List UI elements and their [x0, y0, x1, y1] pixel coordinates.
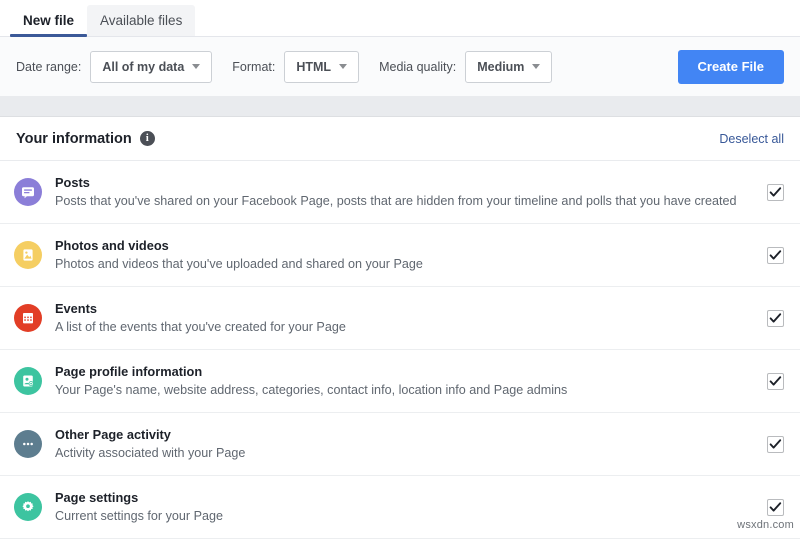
list-item[interactable]: Posts Posts that you've shared on your F…: [0, 161, 800, 224]
list-item-title: Posts: [55, 174, 757, 191]
info-icon[interactable]: i: [140, 131, 155, 146]
tab-bar: New file Available files: [0, 0, 800, 37]
list-item-description: Activity associated with your Page: [55, 444, 757, 462]
list-item-checkbox[interactable]: [767, 310, 784, 327]
list-item-checkbox[interactable]: [767, 247, 784, 264]
media-quality-dropdown[interactable]: Medium: [465, 51, 552, 83]
list-item-description: A list of the events that you've created…: [55, 318, 757, 336]
events-calendar-icon: [14, 304, 42, 332]
list-item[interactable]: Other Page activity Activity associated …: [0, 413, 800, 476]
format-label: Format:: [232, 60, 275, 74]
chevron-down-icon: [192, 64, 200, 69]
ellipsis-icon: [14, 430, 42, 458]
chevron-down-icon: [339, 64, 347, 69]
media-quality-label: Media quality:: [379, 60, 456, 74]
date-range-dropdown[interactable]: All of my data: [90, 51, 212, 83]
list-item[interactable]: Photos and videos Photos and videos that…: [0, 224, 800, 287]
list-item-title: Page settings: [55, 489, 757, 506]
date-range-value: All of my data: [102, 60, 184, 74]
watermark: wsxdn.com: [737, 519, 794, 531]
list-item-text: Posts Posts that you've shared on your F…: [55, 174, 757, 211]
list-item-checkbox[interactable]: [767, 436, 784, 453]
export-options-toolbar: Date range: All of my data Format: HTML …: [0, 37, 800, 97]
photos-videos-icon: [14, 241, 42, 269]
profile-card-icon: [14, 367, 42, 395]
list-item-text: Other Page activity Activity associated …: [55, 426, 757, 463]
list-item-description: Current settings for your Page: [55, 507, 757, 525]
format-value: HTML: [296, 60, 331, 74]
list-item-title: Other Page activity: [55, 426, 757, 443]
list-item-text: Page settings Current settings for your …: [55, 489, 757, 526]
format-dropdown[interactable]: HTML: [284, 51, 359, 83]
deselect-all-link[interactable]: Deselect all: [719, 132, 784, 146]
section-divider-band: [0, 97, 800, 117]
list-item-checkbox[interactable]: [767, 184, 784, 201]
list-item-description: Your Page's name, website address, categ…: [55, 381, 757, 399]
gear-icon: [14, 493, 42, 521]
chevron-down-icon: [532, 64, 540, 69]
list-item-text: Page profile information Your Page's nam…: [55, 363, 757, 400]
media-quality-value: Medium: [477, 60, 524, 74]
list-item-description: Posts that you've shared on your Faceboo…: [55, 192, 757, 210]
date-range-label: Date range:: [16, 60, 81, 74]
list-item[interactable]: Page profile information Your Page's nam…: [0, 350, 800, 413]
tab-new-file[interactable]: New file: [10, 14, 87, 37]
list-item-text: Events A list of the events that you've …: [55, 300, 757, 337]
list-item[interactable]: Events A list of the events that you've …: [0, 287, 800, 350]
list-item[interactable]: Page settings Current settings for your …: [0, 476, 800, 539]
list-item-title: Page profile information: [55, 363, 757, 380]
list-item-text: Photos and videos Photos and videos that…: [55, 237, 757, 274]
page-title: Your information: [16, 131, 132, 147]
list-item-title: Events: [55, 300, 757, 317]
your-information-header: Your information i Deselect all: [0, 117, 800, 161]
list-item-description: Photos and videos that you've uploaded a…: [55, 255, 757, 273]
tab-new-file-label: New file: [23, 13, 74, 28]
tab-available-files-label: Available files: [100, 13, 182, 28]
list-item-title: Photos and videos: [55, 237, 757, 254]
create-file-button[interactable]: Create File: [678, 50, 784, 84]
tab-available-files[interactable]: Available files: [87, 5, 195, 37]
posts-icon: [14, 178, 42, 206]
list-item-checkbox[interactable]: [767, 373, 784, 390]
list-item-checkbox[interactable]: [767, 499, 784, 516]
